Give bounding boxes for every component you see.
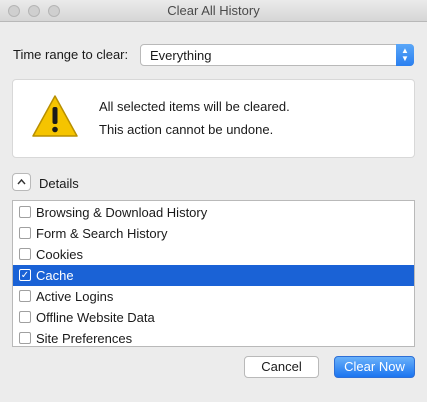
list-item-site-preferences[interactable]: Site Preferences (13, 328, 414, 349)
list-item-label: Site Preferences (36, 331, 133, 346)
list-item-offline-website-data[interactable]: Offline Website Data (13, 307, 414, 328)
window-title: Clear All History (167, 3, 260, 18)
checkbox-checked[interactable]: ✓ (19, 269, 31, 281)
list-item-active-logins[interactable]: Active Logins (13, 286, 414, 307)
up-down-arrows-icon: ▲ ▼ (396, 44, 414, 66)
list-item-form-search-history[interactable]: Form & Search History (13, 223, 414, 244)
warning-text-line2: This action cannot be undone. (99, 122, 274, 137)
details-toggle-button[interactable] (12, 173, 31, 191)
time-range-select[interactable]: Everything ▲ ▼ (140, 44, 414, 66)
title-bar: Clear All History (0, 0, 427, 22)
chevron-up-icon (17, 178, 26, 185)
clear-now-button[interactable]: Clear Now (334, 356, 415, 378)
warning-panel: All selected items will be cleared. This… (12, 79, 415, 158)
clear-history-dialog: Clear All History Time range to clear: E… (0, 0, 427, 402)
list-item-cookies[interactable]: Cookies (13, 244, 414, 265)
time-range-label: Time range to clear: (13, 47, 129, 62)
list-item-label: Cache (36, 268, 74, 283)
checkbox[interactable] (19, 311, 31, 323)
history-items-list: Browsing & Download History Form & Searc… (12, 200, 415, 347)
checkbox[interactable] (19, 248, 31, 260)
checkbox[interactable] (19, 332, 31, 344)
warning-icon (32, 95, 78, 137)
list-item-label: Offline Website Data (36, 310, 155, 325)
list-item-label: Form & Search History (36, 226, 168, 241)
cancel-button[interactable]: Cancel (244, 356, 319, 378)
details-label: Details (39, 176, 79, 191)
time-range-value: Everything (150, 48, 212, 63)
list-item-cache[interactable]: ✓ Cache (13, 265, 414, 286)
checkmark-icon: ✓ (20, 270, 30, 281)
list-item-label: Browsing & Download History (36, 205, 208, 220)
checkbox[interactable] (19, 227, 31, 239)
warning-text-line1: All selected items will be cleared. (99, 99, 290, 114)
list-item-browsing-download-history[interactable]: Browsing & Download History (13, 202, 414, 223)
checkbox[interactable] (19, 206, 31, 218)
list-item-label: Active Logins (36, 289, 114, 304)
list-item-label: Cookies (36, 247, 83, 262)
checkbox[interactable] (19, 290, 31, 302)
